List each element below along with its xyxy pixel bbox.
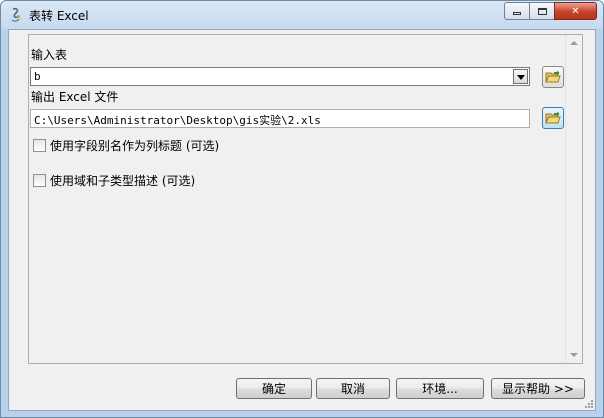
output-file-label: 输出 Excel 文件: [31, 90, 119, 104]
minimize-button[interactable]: [504, 2, 530, 20]
browse-input-button[interactable]: [542, 66, 564, 88]
vertical-scrollbar[interactable]: [565, 35, 582, 363]
option-field-alias[interactable]: 使用字段别名作为列标题 (可选): [33, 137, 219, 153]
option-domain-subtype[interactable]: 使用域和子类型描述 (可选): [33, 172, 195, 188]
folder-open-icon: [545, 111, 561, 124]
parameters-panel[interactable]: 输入表 b 输出 Excel 文件 C:\Users\Administrator…: [28, 34, 583, 364]
domain-subtype-label: 使用域和子类型描述 (可选): [50, 173, 196, 188]
chevron-down-icon: [517, 75, 525, 80]
environments-button[interactable]: 环境...: [396, 378, 484, 399]
maximize-icon: [537, 7, 547, 15]
resize-grip-icon[interactable]: [582, 397, 594, 409]
browse-output-button[interactable]: [542, 107, 564, 129]
ok-button[interactable]: 确定: [236, 378, 312, 399]
dialog-window: 表转 Excel ✕ 输入表 b 输出 Excel 文件 C:\Users\Ad…: [0, 0, 604, 418]
close-button[interactable]: ✕: [554, 2, 597, 20]
title-bar[interactable]: 表转 Excel ✕: [1, 1, 603, 29]
output-file-input[interactable]: C:\Users\Administrator\Desktop\gis实验\2.x…: [30, 109, 530, 128]
field-alias-checkbox[interactable]: [33, 138, 46, 152]
close-icon: ✕: [571, 5, 580, 17]
window-title: 表转 Excel: [29, 9, 89, 23]
show-help-button[interactable]: 显示帮助 >>: [491, 378, 585, 399]
folder-open-icon: [545, 70, 561, 83]
caption-buttons: ✕: [504, 2, 597, 20]
scroll-up-icon[interactable]: [570, 41, 578, 45]
minimize-icon: [513, 12, 521, 15]
field-alias-label: 使用字段别名作为列标题 (可选): [50, 138, 220, 153]
input-table-value: b: [34, 70, 41, 83]
output-file-value: C:\Users\Administrator\Desktop\gis实验\2.x…: [34, 114, 321, 127]
cancel-button[interactable]: 取消: [316, 378, 390, 399]
dropdown-button[interactable]: [513, 69, 528, 84]
domain-subtype-checkbox[interactable]: [33, 173, 46, 187]
dialog-client-area: 输入表 b 输出 Excel 文件 C:\Users\Administrator…: [8, 29, 596, 411]
scroll-down-icon[interactable]: [570, 353, 578, 357]
input-table-combobox[interactable]: b: [30, 67, 530, 86]
maximize-button[interactable]: [529, 2, 555, 20]
input-table-label: 输入表: [31, 48, 68, 62]
python-script-icon: [11, 7, 20, 22]
